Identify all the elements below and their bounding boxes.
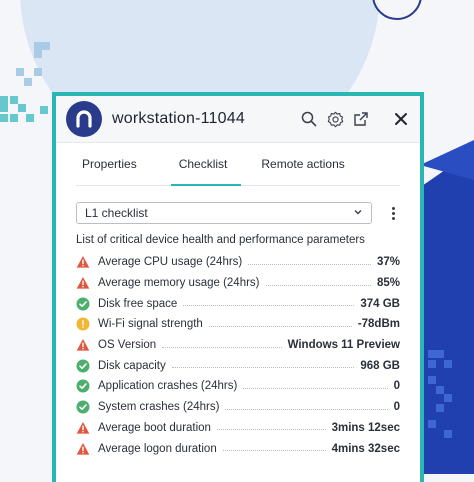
critical-warning-icon [76,421,90,435]
checklist-item-label: Disk free space [98,297,178,310]
critical-warning-icon [76,338,90,352]
check-circle-icon [76,379,90,393]
nexthink-logo-icon [66,101,102,137]
leader-dots [162,346,282,348]
leader-dots [183,305,355,307]
checklist-item-label: Application crashes (24hrs) [98,380,238,393]
pixel-block [40,106,48,114]
close-icon[interactable] [392,110,410,128]
leader-dots [171,367,355,369]
checklist-item-label: Average CPU usage (24hrs) [98,256,243,269]
critical-warning-icon [76,442,90,456]
checklist-select[interactable]: L1 checklist [76,202,373,224]
checklist-item-value: 37% [376,256,400,269]
pixel-block [436,404,444,412]
checklist-item-value: 4mins 32sec [331,442,400,455]
checklist-row: OS Version Windows 11 Preview [76,335,400,356]
checklist-item-label: Wi-Fi signal strength [98,318,203,331]
external-link-icon[interactable] [352,110,370,128]
checklist-row: System crashes (24hrs) 0 [76,397,400,418]
pixel-block [0,104,8,112]
leader-dots [216,429,326,431]
pixel-block [428,350,436,358]
pixel-block [436,386,444,394]
checklist-item-label: Average boot duration [98,421,211,434]
critical-warning-icon [76,255,90,269]
check-circle-icon [76,400,90,414]
pixel-block [34,42,42,50]
pixel-block [10,114,18,122]
leader-dots [265,284,371,286]
checklist-item-label: Average memory usage (24hrs) [98,277,260,290]
tab-checklist[interactable]: Checklist [170,155,242,186]
leader-dots [248,263,371,265]
checklist-item-value: 0 [393,380,400,393]
leader-dots [225,408,388,410]
pixel-block [428,420,436,428]
checklist-item-value: 85% [376,277,400,290]
leader-dots [222,450,326,452]
gear-icon[interactable] [326,110,344,128]
pixel-block [0,96,8,104]
tab-bar: Properties Checklist Remote actions [76,155,400,186]
checklist-item-label: System crashes (24hrs) [98,401,220,414]
device-title: workstation-11044 [112,110,245,127]
checklist-item-value: -78dBm [357,318,400,331]
checklist-item-label: Disk capacity [98,359,166,372]
pixel-block [34,50,42,58]
check-circle-icon [76,297,90,311]
checklist-row: Average logon duration 4mins 32sec [76,438,400,459]
pixel-block [10,96,18,104]
checklist-item-value: Windows 11 Preview [287,339,400,352]
checklist-item-value: 968 GB [360,359,400,372]
pixel-block [428,360,436,368]
tab-properties[interactable]: Properties [76,155,143,185]
checklist-row: Average boot duration 3mins 12sec [76,418,400,439]
checklist-description: List of critical device health and perfo… [76,234,365,246]
checklist-item-label: Average logon duration [98,442,217,455]
pixel-block [444,394,452,402]
pixel-block [42,42,50,50]
checklist-row: Wi-Fi signal strength -78dBm [76,314,400,335]
device-panel: workstation-11044 Properties Checklist R… [56,96,420,482]
tab-remote-actions[interactable]: Remote actions [255,155,350,185]
pixel-block [18,104,26,112]
pixel-block [444,430,452,438]
checklist-selector-row: L1 checklist [76,202,400,224]
pixel-block [16,68,24,76]
checklist-item-value: 0 [393,401,400,414]
check-circle-icon [76,359,90,373]
panel-header: workstation-11044 [56,96,420,143]
search-icon[interactable] [300,110,318,128]
checklist-row: Disk capacity 968 GB [76,355,400,376]
checklist-row: Average CPU usage (24hrs) 37% [76,252,400,273]
leader-dots [208,325,352,327]
chevron-down-icon [353,206,363,220]
checklist-item-value: 3mins 12sec [331,421,400,434]
checklist-item-label: OS Version [98,339,157,352]
warning-circle-icon [76,317,90,331]
leader-dots [243,387,388,389]
checklist-item-value: 374 GB [360,297,400,310]
checklist-items: Average CPU usage (24hrs) 37% Average memo… [76,252,400,459]
pixel-block [26,114,34,122]
pixel-block [24,78,32,86]
checklist-select-value: L1 checklist [85,206,148,220]
pixel-block [436,350,444,358]
pixel-block [428,376,436,384]
critical-warning-icon [76,276,90,290]
pixel-block [444,360,452,368]
checklist-row: Application crashes (24hrs) 0 [76,376,400,397]
pixel-block [34,68,42,76]
pixel-block [0,114,8,122]
checklist-row: Average memory usage (24hrs) 85% [76,273,400,294]
checklist-row: Disk free space 374 GB [76,293,400,314]
more-options-icon[interactable] [386,203,400,223]
